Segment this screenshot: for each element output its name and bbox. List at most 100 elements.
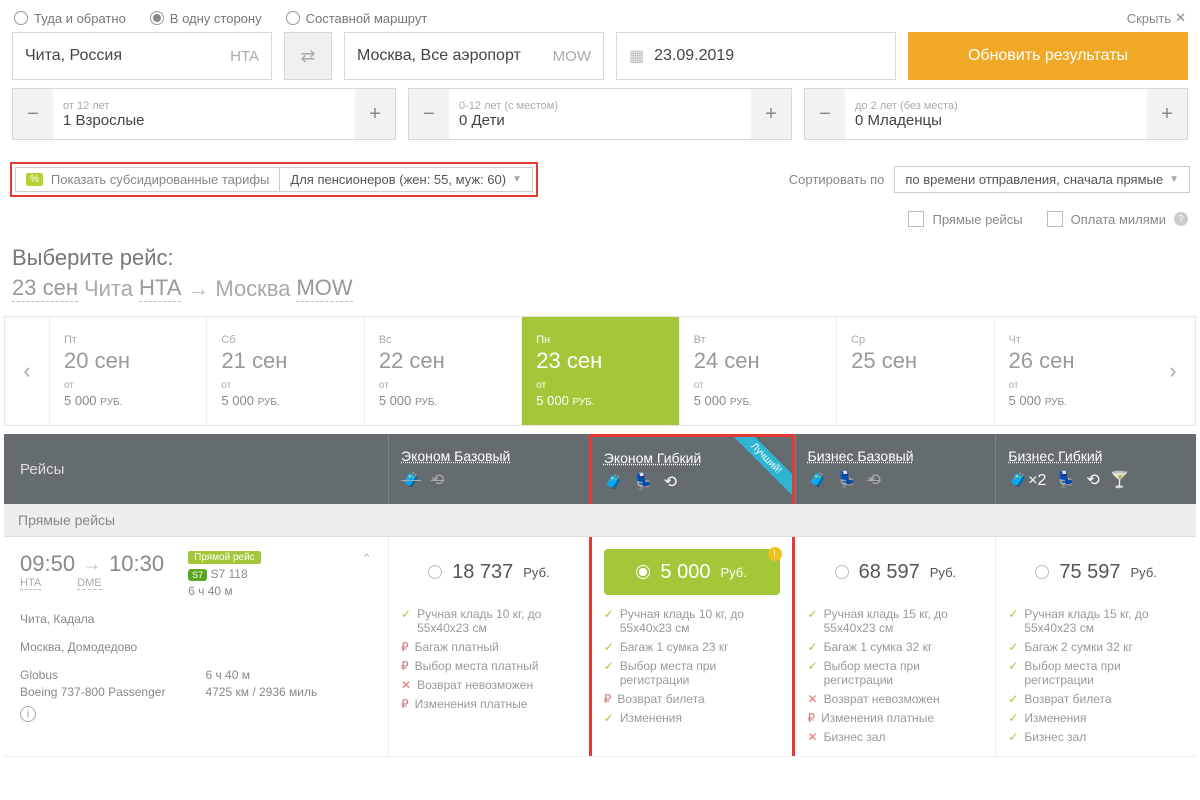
close-icon: ✕ bbox=[1175, 10, 1186, 26]
feature-icon: ₽ bbox=[808, 711, 816, 725]
feature-item: ₽Возврат билета bbox=[604, 692, 780, 706]
trip-multi[interactable]: Составной маршрут bbox=[286, 11, 428, 26]
infants-minus[interactable]: − bbox=[805, 89, 845, 139]
luggage-off-icon: 🧳 bbox=[401, 470, 421, 490]
day-6[interactable]: Чт26 сенот5 000 РУБ. bbox=[994, 317, 1151, 425]
select-flight-heading: Выберите рейс: bbox=[4, 245, 1196, 271]
fare-header-biz-basic[interactable]: Бизнес Базовый 🧳💺⟲ bbox=[795, 434, 996, 504]
feature-item: ✓Ручная кладь 15 кг, до 55x40x23 см bbox=[808, 607, 984, 635]
subsidized-select[interactable]: Для пенсионеров (жен: 55, муж: 60) ▼ bbox=[280, 167, 533, 192]
from-input[interactable] bbox=[25, 47, 230, 65]
feature-item: ₽Багаж платный bbox=[401, 640, 577, 654]
children-plus[interactable]: + bbox=[751, 89, 791, 139]
subsidized-toggle[interactable]: % Показать субсидированные тарифы bbox=[15, 167, 280, 192]
fare-header-biz-flex[interactable]: Бизнес Гибкий 🧳×2💺⟲🍸 bbox=[995, 434, 1196, 504]
luggage-icon: 🧳×2 bbox=[1008, 470, 1046, 490]
direct-flights-checkbox[interactable]: Прямые рейсы bbox=[908, 211, 1022, 227]
dep-code: HTA bbox=[20, 577, 41, 590]
day-0[interactable]: Пт20 сенот5 000 РУБ. bbox=[49, 317, 206, 425]
calendar-icon: ▦ bbox=[629, 46, 644, 66]
to-input[interactable] bbox=[357, 47, 553, 65]
date-input[interactable] bbox=[654, 47, 861, 65]
feature-icon: ✓ bbox=[1008, 730, 1018, 744]
feature-icon: ✓ bbox=[808, 640, 818, 654]
fare-cell-biz-flex: 75 597Руб. ✓Ручная кладь 15 кг, до 55x40… bbox=[995, 537, 1196, 756]
day-4[interactable]: Вт24 сенот5 000 РУБ. bbox=[679, 317, 836, 425]
aircraft: Boeing 737-800 Passenger bbox=[20, 685, 165, 699]
fare-header-flights: Рейсы bbox=[4, 434, 388, 504]
price-econ-basic[interactable]: 18 737Руб. bbox=[401, 549, 577, 595]
price-econ-flex[interactable]: 5 000Руб.! bbox=[604, 549, 780, 595]
fare-header-econ-flex[interactable]: Лучший! Эконом Гибкий 🧳💺⟲ bbox=[589, 434, 795, 504]
feature-icon: ✕ bbox=[808, 730, 818, 744]
from-field[interactable]: HTA bbox=[12, 32, 272, 80]
pay-miles-checkbox[interactable]: Оплата милями? bbox=[1047, 211, 1188, 227]
to-code: MOW bbox=[553, 48, 591, 65]
refresh-off-icon: ⟲ bbox=[431, 470, 444, 490]
day-2[interactable]: Вс22 сенот5 000 РУБ. bbox=[364, 317, 521, 425]
arr-time: 10:30 bbox=[109, 551, 164, 577]
dates-prev-button[interactable]: ‹ bbox=[5, 317, 49, 425]
infants-stepper: − до 2 лет (без места)0 Младенцы + bbox=[804, 88, 1188, 140]
duration-2: 6 ч 40 м bbox=[205, 668, 317, 682]
from-code: HTA bbox=[230, 48, 259, 65]
arrow-right-icon: → bbox=[83, 554, 101, 575]
feature-item: ✓Выбор места при регистрации bbox=[604, 659, 780, 687]
swap-button[interactable]: ⇄ bbox=[284, 32, 332, 80]
hide-link[interactable]: Скрыть ✕ bbox=[1127, 10, 1186, 26]
info-icon[interactable]: i bbox=[20, 706, 36, 722]
feature-icon: ✓ bbox=[401, 607, 411, 621]
feature-icon: ✓ bbox=[1008, 640, 1018, 654]
sort-label: Сортировать по bbox=[789, 172, 885, 187]
arr-code: DME bbox=[77, 577, 101, 590]
fare-header-econ-basic[interactable]: Эконом Базовый 🧳⟲ bbox=[388, 434, 589, 504]
fare-cell-biz-basic: 68 597Руб. ✓Ручная кладь 15 кг, до 55x40… bbox=[795, 537, 996, 756]
infants-plus[interactable]: + bbox=[1147, 89, 1187, 139]
feature-item: ✓Ручная кладь 15 кг, до 55x40x23 см bbox=[1008, 607, 1184, 635]
children-stepper: − 0-12 лет (с местом)0 Дети + bbox=[408, 88, 792, 140]
date-field[interactable]: ▦ bbox=[616, 32, 896, 80]
subsidized-box: % Показать субсидированные тарифы Для пе… bbox=[10, 162, 538, 197]
feature-icon: ✓ bbox=[1008, 692, 1018, 706]
direct-flights-label: Прямые рейсы bbox=[4, 504, 1196, 537]
day-5[interactable]: Ср25 сен·· bbox=[836, 317, 993, 425]
adults-plus[interactable]: + bbox=[355, 89, 395, 139]
day-3-selected[interactable]: Пн23 сенот5 000 РУБ. bbox=[521, 317, 678, 425]
dep-time: 09:50 bbox=[20, 551, 75, 577]
fare-cell-econ-flex: 5 000Руб.! ✓Ручная кладь 10 кг, до 55x40… bbox=[589, 537, 795, 756]
warning-icon: ! bbox=[768, 547, 782, 561]
feature-icon: ✓ bbox=[1008, 711, 1018, 725]
flight-duration: 6 ч 40 м bbox=[188, 584, 261, 598]
chevron-down-icon: ▼ bbox=[512, 174, 522, 185]
update-results-button[interactable]: Обновить результаты bbox=[908, 32, 1188, 80]
adults-minus[interactable]: − bbox=[13, 89, 53, 139]
feature-icon: ✓ bbox=[808, 607, 818, 621]
feature-icon: ✓ bbox=[604, 711, 614, 725]
to-field[interactable]: MOW bbox=[344, 32, 604, 80]
feature-item: ✓Ручная кладь 10 кг, до 55x40x23 см bbox=[401, 607, 577, 635]
day-1[interactable]: Сб21 сенот5 000 РУБ. bbox=[206, 317, 363, 425]
price-biz-flex[interactable]: 75 597Руб. bbox=[1008, 549, 1184, 595]
feature-item: ₽Изменения платные bbox=[401, 697, 577, 711]
trip-oneway[interactable]: В одну сторону bbox=[150, 11, 262, 26]
distance: 4725 км / 2936 миль bbox=[205, 685, 317, 699]
sort-select[interactable]: по времени отправления, сначала прямые ▼ bbox=[894, 166, 1190, 193]
fare-cell-econ-basic: 18 737Руб. ✓Ручная кладь 10 кг, до 55x40… bbox=[388, 537, 589, 756]
feature-icon: ✓ bbox=[604, 640, 614, 654]
flight-row: 09:50→10:30 HTADME Прямой рейс S7 S7 118… bbox=[4, 537, 1196, 757]
price-biz-basic[interactable]: 68 597Руб. bbox=[808, 549, 984, 595]
adults-stepper: − от 12 лет1 Взрослые + bbox=[12, 88, 396, 140]
collapse-button[interactable]: ⌃ bbox=[361, 551, 372, 567]
feature-icon: ✕ bbox=[808, 692, 818, 706]
feature-item: ₽Выбор места платный bbox=[401, 659, 577, 673]
children-minus[interactable]: − bbox=[409, 89, 449, 139]
feature-icon: ✓ bbox=[604, 659, 614, 673]
seat-icon: 💺 bbox=[634, 472, 654, 492]
dates-next-button[interactable]: › bbox=[1151, 317, 1195, 425]
feature-item: ✓Возврат билета bbox=[1008, 692, 1184, 706]
feature-item: ✓Багаж 2 сумки 32 кг bbox=[1008, 640, 1184, 654]
feature-icon: ✓ bbox=[1008, 659, 1018, 673]
trip-roundtrip[interactable]: Туда и обратно bbox=[14, 11, 126, 26]
feature-item: ✓Выбор места при регистрации bbox=[808, 659, 984, 687]
help-icon: ? bbox=[1174, 212, 1188, 226]
